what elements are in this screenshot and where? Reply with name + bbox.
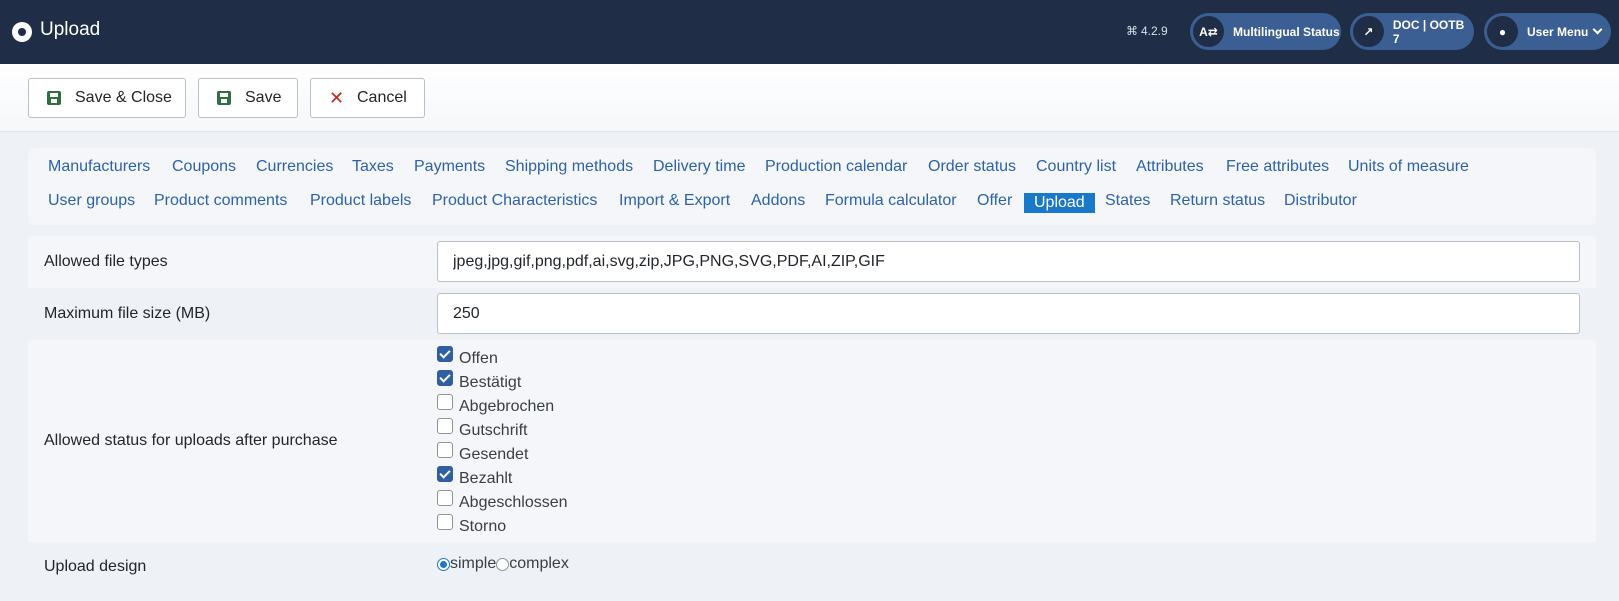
tab-offer[interactable]: Offer bbox=[977, 192, 1012, 210]
upload-design-radio-group: simple complex bbox=[437, 555, 569, 573]
tab-payments[interactable]: Payments bbox=[414, 158, 485, 176]
checkbox[interactable] bbox=[437, 514, 453, 530]
file-types-input[interactable] bbox=[437, 241, 1580, 282]
checkbox[interactable] bbox=[437, 370, 453, 386]
tab-addons[interactable]: Addons bbox=[751, 192, 805, 210]
multilingual-status-label: Multilingual Status bbox=[1233, 24, 1340, 39]
radio-simple-label: simple bbox=[450, 555, 497, 572]
tab-manufacturers[interactable]: Manufacturers bbox=[48, 158, 150, 176]
cancel-label: Cancel bbox=[357, 89, 407, 106]
tab-delivery-time[interactable]: Delivery time bbox=[653, 158, 745, 176]
language-icon: A⇄ bbox=[1193, 16, 1224, 47]
tab-return-status[interactable]: Return status bbox=[1170, 192, 1265, 210]
save-button[interactable]: Save bbox=[198, 78, 298, 118]
form-row-upload-design: Upload design simple complex bbox=[28, 542, 1596, 592]
status-option-storno[interactable]: Storno bbox=[437, 514, 568, 539]
status-option-bestaetigt[interactable]: Bestätigt bbox=[437, 370, 568, 395]
file-types-label: Allowed file types bbox=[44, 253, 168, 270]
status-checkbox-list: Offen Bestätigt Abgebrochen Gutschrift G… bbox=[437, 346, 568, 539]
status-option-gesendet[interactable]: Gesendet bbox=[437, 442, 568, 467]
form-row-allowed-status: Allowed status for uploads after purchas… bbox=[28, 340, 1596, 542]
user-icon: ● bbox=[1487, 16, 1518, 47]
tab-user-groups[interactable]: User groups bbox=[48, 192, 135, 210]
tab-attributes[interactable]: Attributes bbox=[1136, 158, 1204, 176]
tab-currencies[interactable]: Currencies bbox=[256, 158, 333, 176]
status-option-label: Gesendet bbox=[459, 446, 529, 463]
max-size-label: Maximum file size (MB) bbox=[44, 305, 211, 322]
external-link-icon: ↗ bbox=[1353, 16, 1384, 47]
status-option-bezahlt[interactable]: Bezahlt bbox=[437, 466, 568, 491]
multilingual-status-button[interactable]: A⇄ Multilingual Status bbox=[1190, 13, 1341, 50]
form-row-file-types: Allowed file types bbox=[28, 236, 1596, 288]
form-row-max-size: Maximum file size (MB) bbox=[28, 288, 1596, 340]
version-text: 4.2.9 bbox=[1141, 24, 1168, 38]
top-header: Upload ⌘ 4.2.9 A⇄ Multilingual Status ↗ D… bbox=[0, 0, 1619, 64]
cancel-button[interactable]: ✕ Cancel bbox=[310, 78, 425, 118]
page-title: Upload bbox=[40, 19, 101, 40]
upload-design-label: Upload design bbox=[44, 558, 147, 575]
tab-country-list[interactable]: Country list bbox=[1036, 158, 1116, 176]
status-option-label: Storno bbox=[459, 518, 507, 535]
save-close-label: Save & Close bbox=[75, 89, 172, 106]
tab-distributor[interactable]: Distributor bbox=[1284, 192, 1357, 210]
tab-shipping-methods[interactable]: Shipping methods bbox=[505, 158, 633, 176]
user-menu-button[interactable]: ● User Menu bbox=[1484, 13, 1611, 50]
tab-states[interactable]: States bbox=[1105, 192, 1150, 210]
close-icon: ✕ bbox=[329, 88, 345, 108]
settings-tab-nav: Manufacturers Coupons Currencies Taxes P… bbox=[28, 148, 1596, 225]
status-option-label: Gutschrift bbox=[459, 422, 528, 439]
user-menu-label: User Menu bbox=[1527, 24, 1589, 39]
status-option-abgeschlossen[interactable]: Abgeschlossen bbox=[437, 490, 568, 515]
tab-upload[interactable]: Upload bbox=[1024, 193, 1095, 213]
tab-product-characteristics[interactable]: Product Characteristics bbox=[432, 192, 597, 210]
status-option-label: Offen bbox=[459, 350, 498, 367]
checkbox[interactable] bbox=[437, 394, 453, 410]
doc-site-link[interactable]: ↗ DOC | OOTB 7 bbox=[1350, 13, 1474, 50]
tab-free-attributes[interactable]: Free attributes bbox=[1226, 158, 1329, 176]
status-option-offen[interactable]: Offen bbox=[437, 346, 568, 371]
chevron-down-icon bbox=[1592, 24, 1603, 35]
tab-product-comments[interactable]: Product comments bbox=[154, 192, 287, 210]
tab-taxes[interactable]: Taxes bbox=[352, 158, 394, 176]
status-option-label: Abgeschlossen bbox=[459, 494, 568, 511]
max-size-input[interactable] bbox=[437, 293, 1580, 334]
radio-simple[interactable] bbox=[437, 557, 450, 571]
radio-complex[interactable] bbox=[496, 557, 510, 571]
checkbox[interactable] bbox=[437, 466, 453, 482]
status-option-label: Bestätigt bbox=[459, 374, 522, 391]
checkbox[interactable] bbox=[437, 490, 453, 506]
joomla-icon: ⌘ bbox=[1126, 24, 1138, 38]
radio-complex-label: complex bbox=[509, 555, 569, 572]
joomla-logo-icon bbox=[12, 22, 32, 42]
checkbox[interactable] bbox=[437, 346, 453, 362]
toolbar: Save & Close Save ✕ Cancel bbox=[0, 64, 1619, 132]
checkbox[interactable] bbox=[437, 442, 453, 458]
status-option-abgebrochen[interactable]: Abgebrochen bbox=[437, 394, 568, 419]
status-option-gutschrift[interactable]: Gutschrift bbox=[437, 418, 568, 443]
tab-coupons[interactable]: Coupons bbox=[172, 158, 236, 176]
allowed-status-label: Allowed status for uploads after purchas… bbox=[44, 432, 338, 449]
tab-import-export[interactable]: Import & Export bbox=[619, 192, 730, 210]
version-indicator: ⌘ 4.2.9 bbox=[1126, 24, 1168, 38]
tab-production-calendar[interactable]: Production calendar bbox=[765, 158, 907, 176]
tab-product-labels[interactable]: Product labels bbox=[310, 192, 411, 210]
doc-site-label: DOC | OOTB 7 bbox=[1392, 17, 1465, 46]
save-close-button[interactable]: Save & Close bbox=[28, 78, 186, 118]
save-icon bbox=[47, 91, 61, 105]
tab-units-of-measure[interactable]: Units of measure bbox=[1348, 158, 1469, 176]
tab-order-status[interactable]: Order status bbox=[928, 158, 1016, 176]
save-label: Save bbox=[245, 89, 282, 106]
status-option-label: Bezahlt bbox=[459, 470, 513, 487]
status-option-label: Abgebrochen bbox=[459, 398, 555, 415]
save-icon bbox=[217, 91, 231, 105]
checkbox[interactable] bbox=[437, 418, 453, 434]
tab-formula-calculator[interactable]: Formula calculator bbox=[825, 192, 957, 210]
